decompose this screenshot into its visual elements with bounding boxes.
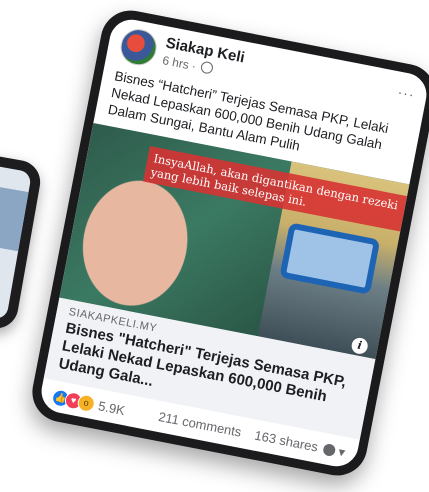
avatar-small-icon: [322, 442, 337, 457]
phone-screen: Siakap Keli 6 hrs · ··· Bisnes “Hatcheri…: [37, 15, 429, 471]
shares-count[interactable]: 163 shares: [253, 428, 319, 455]
background-phone-screen: [0, 149, 33, 321]
background-phone: [0, 138, 44, 332]
audience-selector[interactable]: ▾: [322, 441, 347, 461]
comments-count[interactable]: 211 comments: [157, 409, 243, 440]
reaction-count: 5.9K: [97, 398, 127, 419]
wow-icon: o: [76, 393, 97, 414]
background-phone-content: [0, 186, 29, 252]
reactions-summary[interactable]: 👍 ♥ o 5.9K: [50, 388, 127, 419]
page-avatar[interactable]: [117, 26, 160, 69]
phone-frame: Siakap Keli 6 hrs · ··· Bisnes “Hatcheri…: [27, 5, 429, 481]
more-options-button[interactable]: ···: [396, 84, 416, 103]
chevron-down-icon: ▾: [337, 443, 347, 460]
globe-icon: [200, 60, 215, 75]
